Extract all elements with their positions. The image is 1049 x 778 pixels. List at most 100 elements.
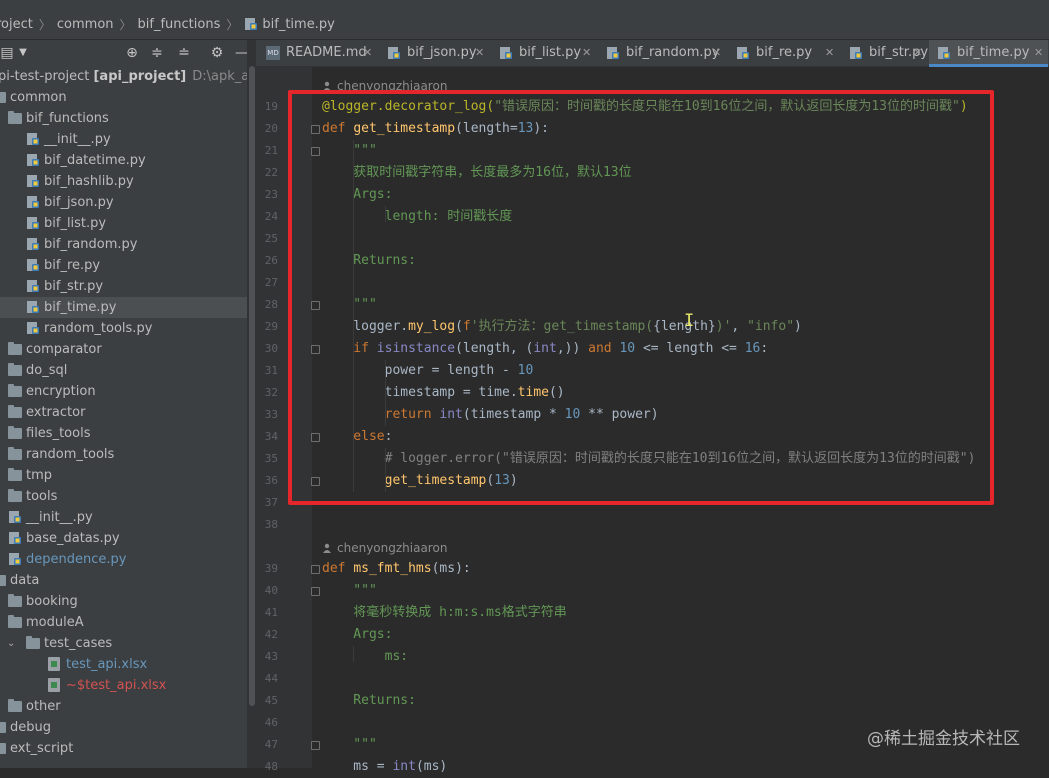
tree-file[interactable]: bif_re.py: [0, 255, 247, 276]
chevron-down-icon[interactable]: ⌄: [7, 633, 19, 654]
tab-readme-md[interactable]: MD README.md ✕: [258, 40, 377, 66]
tree-item-label: bif_json.py: [44, 195, 114, 210]
tree-folder[interactable]: files_tools: [0, 423, 247, 444]
line-number: 39: [264, 562, 278, 575]
close-icon[interactable]: ✕: [1034, 40, 1043, 66]
python-file-icon: [27, 322, 39, 334]
python-file-icon: [27, 280, 39, 292]
folder-icon: [8, 384, 22, 397]
code-line[interactable]: ms = int(ms): [322, 756, 447, 778]
gear-icon[interactable]: ⚙: [208, 44, 226, 62]
tab-bif-list-py[interactable]: bif_list.py ✕: [491, 40, 596, 66]
tree-folder[interactable]: extractor: [0, 402, 247, 423]
tree-file[interactable]: bif_hashlib.py: [0, 171, 247, 192]
code-line[interactable]: """: [322, 734, 377, 756]
fold-marker-icon[interactable]: [311, 741, 320, 750]
tab-label: bif_json.py: [407, 45, 477, 60]
tree-item-label: tmp: [26, 468, 53, 483]
tree-file[interactable]: ~$test_api.xlsx: [0, 675, 247, 696]
folder-icon: [8, 615, 22, 628]
line-number: 37: [264, 496, 278, 509]
hide-panel-icon[interactable]: —: [233, 44, 247, 62]
code-line[interactable]: Args:: [322, 624, 392, 646]
collapse-all-icon[interactable]: ≐: [175, 44, 193, 62]
tree-folder[interactable]: booking: [0, 591, 247, 612]
markdown-icon: MD: [266, 46, 280, 60]
tree-file[interactable]: random_tools.py: [0, 318, 247, 339]
close-icon[interactable]: ✕: [582, 40, 591, 66]
tree-folder[interactable]: do_sql: [0, 360, 247, 381]
tree-file[interactable]: bif_str.py: [0, 276, 247, 297]
line-number: 46: [264, 716, 278, 729]
line-number: 19: [264, 100, 278, 113]
code-line[interactable]: 将毫秒转换成 h:m:s.ms格式字符串: [322, 602, 566, 624]
close-icon[interactable]: ✕: [475, 40, 484, 66]
tree-folder[interactable]: comparator: [0, 339, 247, 360]
line-number: 36: [264, 474, 278, 487]
tree-file[interactable]: bif_json.py: [0, 192, 247, 213]
python-file-icon: [938, 47, 950, 59]
tree-folder[interactable]: bif_functions: [0, 108, 247, 129]
tree-folder[interactable]: random_tools: [0, 444, 247, 465]
tree-folder[interactable]: moduleA: [0, 612, 247, 633]
tree-folder[interactable]: tmp: [0, 465, 247, 486]
tab-bif-re-py[interactable]: bif_re.py ✕: [728, 40, 839, 66]
line-number: 44: [264, 672, 278, 685]
tree-root[interactable]: pi-test-project [api_project] D:\apk_api\…: [0, 66, 247, 87]
python-file-icon: [27, 217, 39, 229]
close-icon[interactable]: ✕: [712, 40, 721, 66]
breadcrumb-common[interactable]: common: [57, 17, 114, 32]
project-scrollbar[interactable]: [249, 66, 255, 706]
fold-marker-icon[interactable]: [311, 565, 320, 574]
tree-item-label: files_tools: [26, 426, 91, 441]
line-number: 31: [264, 364, 278, 377]
close-icon[interactable]: ✕: [913, 40, 922, 66]
tree-file[interactable]: base_datas.py: [0, 528, 247, 549]
tree-folder[interactable]: other: [0, 696, 247, 717]
fold-marker-icon[interactable]: [311, 587, 320, 596]
tree-folder[interactable]: tools: [0, 486, 247, 507]
code-line[interactable]: ms:: [322, 646, 408, 668]
python-file-icon: [27, 259, 39, 271]
breadcrumb-project[interactable]: roject: [0, 17, 33, 32]
tree-folder[interactable]: data: [0, 570, 247, 591]
expand-all-icon[interactable]: ≑: [148, 44, 166, 62]
close-icon[interactable]: ✕: [825, 40, 834, 66]
tab-bif-json-py[interactable]: bif_json.py ✕: [379, 40, 489, 66]
tree-folder[interactable]: encryption: [0, 381, 247, 402]
tree-file[interactable]: bif_datetime.py: [0, 150, 247, 171]
tab-bif-random-py[interactable]: bif_random.py ✕: [598, 40, 726, 66]
breadcrumb-bif-functions[interactable]: bif_functions: [138, 17, 221, 32]
line-number: 48: [264, 760, 278, 773]
line-number: 30: [264, 342, 278, 355]
tree-item-label: common: [10, 90, 67, 105]
code-line[interactable]: def ms_fmt_hms(ms):: [322, 558, 471, 580]
tree-folder[interactable]: ext_script: [0, 738, 247, 759]
locate-file-icon[interactable]: ⊕: [123, 44, 141, 62]
tab-label: bif_random.py: [626, 45, 720, 60]
tree-file[interactable]: bif_random.py: [0, 234, 247, 255]
breadcrumb-bif-time[interactable]: bif_time.py: [262, 17, 334, 32]
tab-bif-str-py[interactable]: bif_str.py ✕: [841, 40, 928, 66]
tree-item-label: __init__.py: [26, 510, 93, 525]
tree-file[interactable]: __init__.py: [0, 129, 247, 150]
tree-file[interactable]: __init__.py: [0, 507, 247, 528]
code-line[interactable]: Returns:: [322, 690, 416, 712]
tree-folder[interactable]: ⌄ test_cases: [0, 633, 247, 654]
tree-folder[interactable]: common: [0, 87, 247, 108]
code-line[interactable]: """: [322, 580, 377, 602]
tree-item-label: random_tools.py: [44, 321, 153, 336]
tree-file[interactable]: bif_time.py: [0, 297, 247, 318]
close-icon[interactable]: ✕: [363, 40, 372, 66]
line-number: 22: [264, 166, 278, 179]
chevron-down-icon[interactable]: ▼: [14, 44, 32, 62]
python-file-icon: [27, 301, 39, 313]
author-hint[interactable]: chenyongzhiaaron: [322, 537, 447, 559]
tree-file[interactable]: test_api.xlsx: [0, 654, 247, 675]
folder-icon: [8, 489, 22, 502]
tab-bif-time-py[interactable]: bif_time.py ✕: [929, 40, 1048, 67]
tree-folder[interactable]: debug: [0, 717, 247, 738]
tree-file[interactable]: bif_list.py: [0, 213, 247, 234]
folder-icon: [8, 342, 22, 355]
tree-file[interactable]: dependence.py: [0, 549, 247, 570]
